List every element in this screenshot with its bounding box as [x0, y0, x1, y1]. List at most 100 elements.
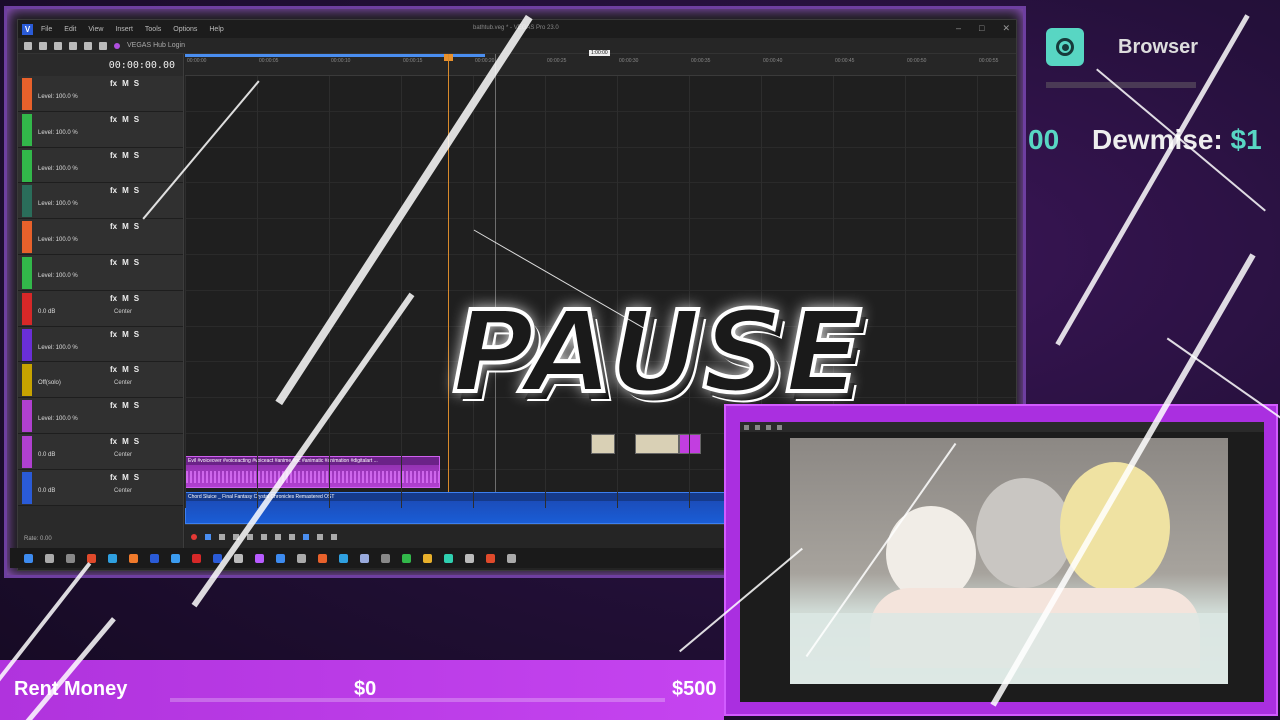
fx-button[interactable]: fx [110, 365, 117, 374]
solo-button[interactable]: S [134, 437, 139, 446]
taskbar-app-icon[interactable] [108, 553, 117, 563]
taskbar-app-icon[interactable] [444, 553, 453, 563]
settings-icon[interactable] [84, 41, 92, 50]
taskbar-app-icon[interactable] [360, 553, 369, 563]
track-header[interactable]: Level: 100.0 % fx M S [18, 111, 183, 148]
taskbar-app-icon[interactable] [171, 553, 180, 563]
menu-insert[interactable]: Insert [115, 26, 133, 33]
timeline-track-row[interactable] [185, 255, 1016, 291]
timeline-track-row[interactable] [185, 148, 1016, 184]
solo-button[interactable]: S [134, 294, 139, 303]
video-clip-thumbnail[interactable] [679, 434, 701, 454]
timeline-track-row[interactable] [185, 219, 1016, 255]
taskbar-app-icon[interactable] [129, 553, 138, 563]
solo-button[interactable]: S [134, 258, 139, 267]
fx-button[interactable]: fx [110, 115, 117, 124]
track-header[interactable]: Off(solo) Center fx M S [18, 362, 183, 399]
mute-button[interactable]: M [122, 258, 129, 267]
mute-button[interactable]: M [122, 186, 129, 195]
track-header[interactable]: 0.0 dB Center fx M S [18, 433, 183, 470]
video-clip-thumbnail[interactable] [635, 434, 679, 454]
taskbar-app-icon[interactable] [87, 553, 96, 563]
menu-edit[interactable]: Edit [64, 26, 76, 33]
open-folder-icon[interactable] [39, 41, 47, 50]
render-icon[interactable] [69, 41, 77, 50]
menu-file[interactable]: File [41, 26, 52, 33]
video-clip-thumbnail[interactable] [591, 434, 615, 454]
mute-button[interactable]: M [122, 151, 129, 160]
fx-button[interactable]: fx [110, 186, 117, 195]
track-header[interactable]: 0.0 dB Center fx M S [18, 469, 183, 506]
track-header[interactable]: Level: 100.0 % fx M S [18, 326, 183, 363]
vegas-hub-login[interactable]: VEGAS Hub Login [127, 42, 185, 49]
taskbar-app-icon[interactable] [45, 553, 54, 563]
minimize-icon[interactable]: – [956, 23, 961, 34]
preview-tool-icon[interactable] [777, 424, 782, 430]
maximize-icon[interactable]: □ [979, 23, 984, 34]
solo-button[interactable]: S [134, 222, 139, 231]
record-icon[interactable] [191, 533, 197, 540]
timeline-track-row[interactable] [185, 76, 1016, 112]
mute-button[interactable]: M [122, 294, 129, 303]
taskbar-app-icon[interactable] [318, 553, 327, 563]
solo-button[interactable]: S [134, 401, 139, 410]
taskbar-app-icon[interactable] [192, 553, 201, 563]
taskbar-app-icon[interactable] [381, 553, 390, 563]
save-icon[interactable] [54, 41, 62, 50]
mute-button[interactable]: M [122, 473, 129, 482]
taskbar-app-icon[interactable] [297, 553, 306, 563]
mute-button[interactable]: M [122, 437, 129, 446]
solo-button[interactable]: S [134, 79, 139, 88]
previous-frame-icon[interactable] [275, 533, 281, 540]
loop-icon[interactable] [205, 533, 211, 540]
time-ruler[interactable]: 00:00:00 00:00:05 00:00:10 00:00:15 00:00:20… [185, 50, 1016, 76]
fx-button[interactable]: fx [110, 437, 117, 446]
track-header[interactable]: Level: 100.0 % fx M S [18, 398, 183, 434]
track-level[interactable]: Level: 100.0 % [38, 130, 78, 136]
edit-tool-icon[interactable] [303, 533, 309, 540]
close-icon[interactable]: ✕ [1002, 23, 1010, 34]
track-pan[interactable]: Center [114, 452, 132, 458]
fx-button[interactable]: fx [110, 330, 117, 339]
track-level[interactable]: Level: 100.0 % [38, 166, 78, 172]
stop-icon[interactable] [261, 533, 267, 540]
taskbar-app-icon[interactable] [486, 553, 495, 563]
undo-icon[interactable] [99, 41, 107, 50]
mute-button[interactable]: M [122, 401, 129, 410]
track-level[interactable]: Level: 100.0 % [38, 273, 78, 279]
taskbar-app-icon[interactable] [423, 553, 432, 563]
track-header[interactable]: Level: 100.0 % fx M S [18, 147, 183, 184]
taskbar-app-icon[interactable] [150, 553, 159, 563]
fx-button[interactable]: fx [110, 222, 117, 231]
track-pan[interactable]: Center [114, 380, 132, 386]
track-level[interactable]: Level: 100.0 % [38, 416, 78, 422]
pause-icon[interactable] [247, 533, 253, 540]
selection-tool-icon[interactable] [317, 533, 323, 540]
taskbar-app-icon[interactable] [234, 553, 243, 563]
taskbar-app-icon[interactable] [255, 553, 264, 563]
taskbar-app-icon[interactable] [66, 553, 75, 563]
taskbar-app-icon[interactable] [507, 553, 516, 563]
track-header[interactable]: Level: 100.0 % fx M S [18, 76, 183, 112]
track-pan[interactable]: Center [114, 309, 132, 315]
mute-button[interactable]: M [122, 222, 129, 231]
solo-button[interactable]: S [134, 115, 139, 124]
solo-button[interactable]: S [134, 330, 139, 339]
timeline-track-row[interactable] [185, 112, 1016, 148]
solo-button[interactable]: S [134, 186, 139, 195]
zoom-tool-icon[interactable] [331, 533, 337, 540]
play-from-start-icon[interactable] [219, 533, 225, 540]
solo-button[interactable]: S [134, 365, 139, 374]
preview-tool-icon[interactable] [744, 424, 749, 430]
track-level[interactable]: Level: 100.0 % [38, 201, 78, 207]
solo-button[interactable]: S [134, 151, 139, 160]
menu-view[interactable]: View [88, 26, 103, 33]
track-level[interactable]: Level: 100.0 % [38, 94, 78, 100]
new-file-icon[interactable] [24, 41, 32, 50]
mute-button[interactable]: M [122, 79, 129, 88]
mute-button[interactable]: M [122, 365, 129, 374]
taskbar-app-icon[interactable] [276, 553, 285, 563]
track-level[interactable]: 0.0 dB [38, 488, 55, 494]
mute-button[interactable]: M [122, 330, 129, 339]
solo-button[interactable]: S [134, 473, 139, 482]
